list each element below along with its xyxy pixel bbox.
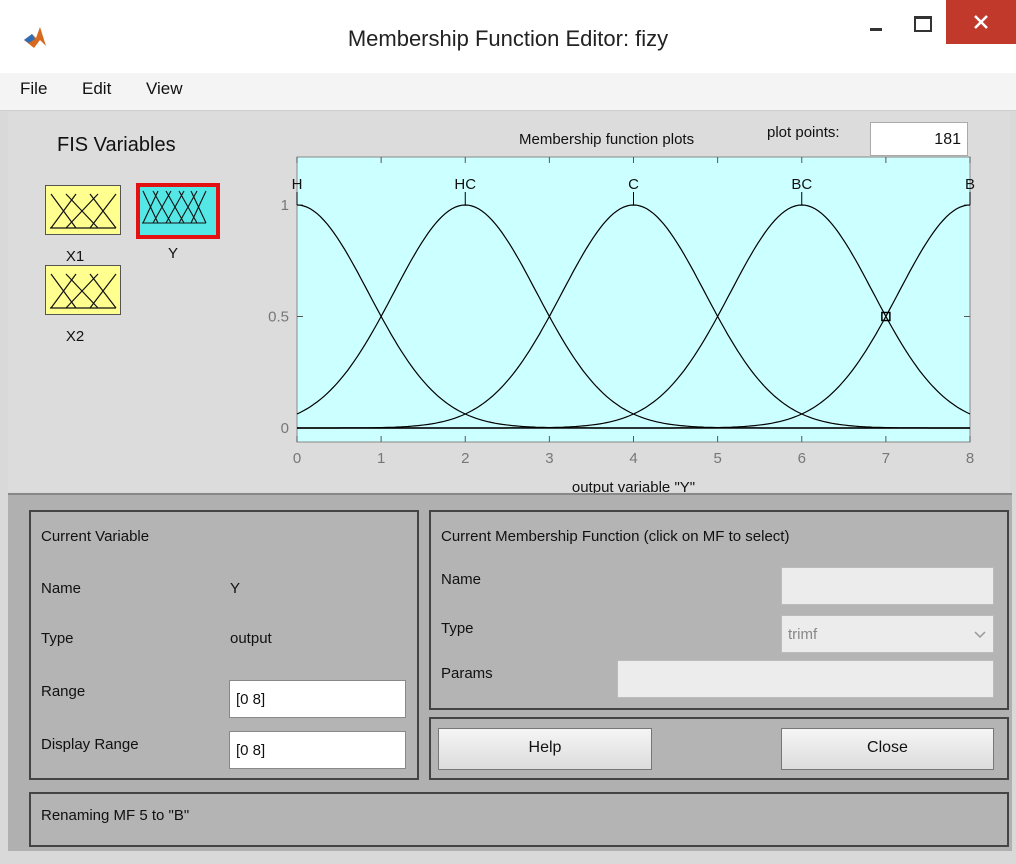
chevron-down-icon bbox=[974, 631, 986, 639]
x-tick-label: 0 bbox=[293, 450, 301, 467]
x-tick-label: 5 bbox=[713, 450, 721, 467]
mf-label[interactable]: H bbox=[292, 176, 303, 193]
current-mf-title: Current Membership Function (click on MF… bbox=[441, 528, 790, 545]
x-tick-label: 4 bbox=[629, 450, 637, 467]
mf-label[interactable]: HC bbox=[454, 176, 476, 193]
x-tick-label: 6 bbox=[798, 450, 806, 467]
x-tick-label: 2 bbox=[461, 450, 469, 467]
window: Membership Function Editor: fizy File Ed… bbox=[0, 0, 1016, 864]
close-button[interactable]: Close bbox=[781, 728, 994, 770]
y-tick-label: 1 bbox=[281, 197, 289, 214]
mf-label[interactable]: B bbox=[965, 176, 975, 193]
mf-label[interactable]: BC bbox=[791, 176, 812, 193]
mf-name-label: Name bbox=[441, 571, 482, 588]
range-input[interactable]: [0 8] bbox=[229, 680, 406, 718]
x-tick-label: 7 bbox=[882, 450, 890, 467]
range-label: Range bbox=[41, 683, 86, 700]
mf-label[interactable]: C bbox=[628, 176, 639, 193]
status-message: Renaming MF 5 to "B" bbox=[41, 807, 190, 824]
variable-type-value: output bbox=[230, 630, 272, 647]
x-tick-label: 1 bbox=[377, 450, 385, 467]
variable-name-value: Y bbox=[230, 580, 241, 597]
y-tick-label: 0.5 bbox=[268, 309, 289, 326]
mf-name-input[interactable] bbox=[781, 567, 994, 605]
mf-type-label: Type bbox=[441, 620, 474, 637]
x-tick-label: 3 bbox=[545, 450, 553, 467]
x-tick-label: 8 bbox=[966, 450, 974, 467]
display-range-input[interactable]: [0 8] bbox=[229, 731, 406, 769]
mf-params-label: Params bbox=[441, 665, 493, 682]
mf-type-select[interactable]: trimf bbox=[781, 615, 994, 653]
current-variable-title: Current Variable bbox=[41, 528, 150, 545]
variable-type-label: Type bbox=[41, 630, 74, 647]
variable-name-label: Name bbox=[41, 580, 82, 597]
y-tick-label: 0 bbox=[281, 420, 289, 437]
mf-type-value: trimf bbox=[788, 626, 818, 643]
mf-params-input[interactable] bbox=[617, 660, 994, 698]
help-button[interactable]: Help bbox=[438, 728, 652, 770]
membership-plot[interactable]: 0 1 2 3 4 5 6 7 800.51output variable "Y" H HC C BC… bbox=[0, 0, 1016, 500]
display-range-label: Display Range bbox=[41, 736, 139, 753]
